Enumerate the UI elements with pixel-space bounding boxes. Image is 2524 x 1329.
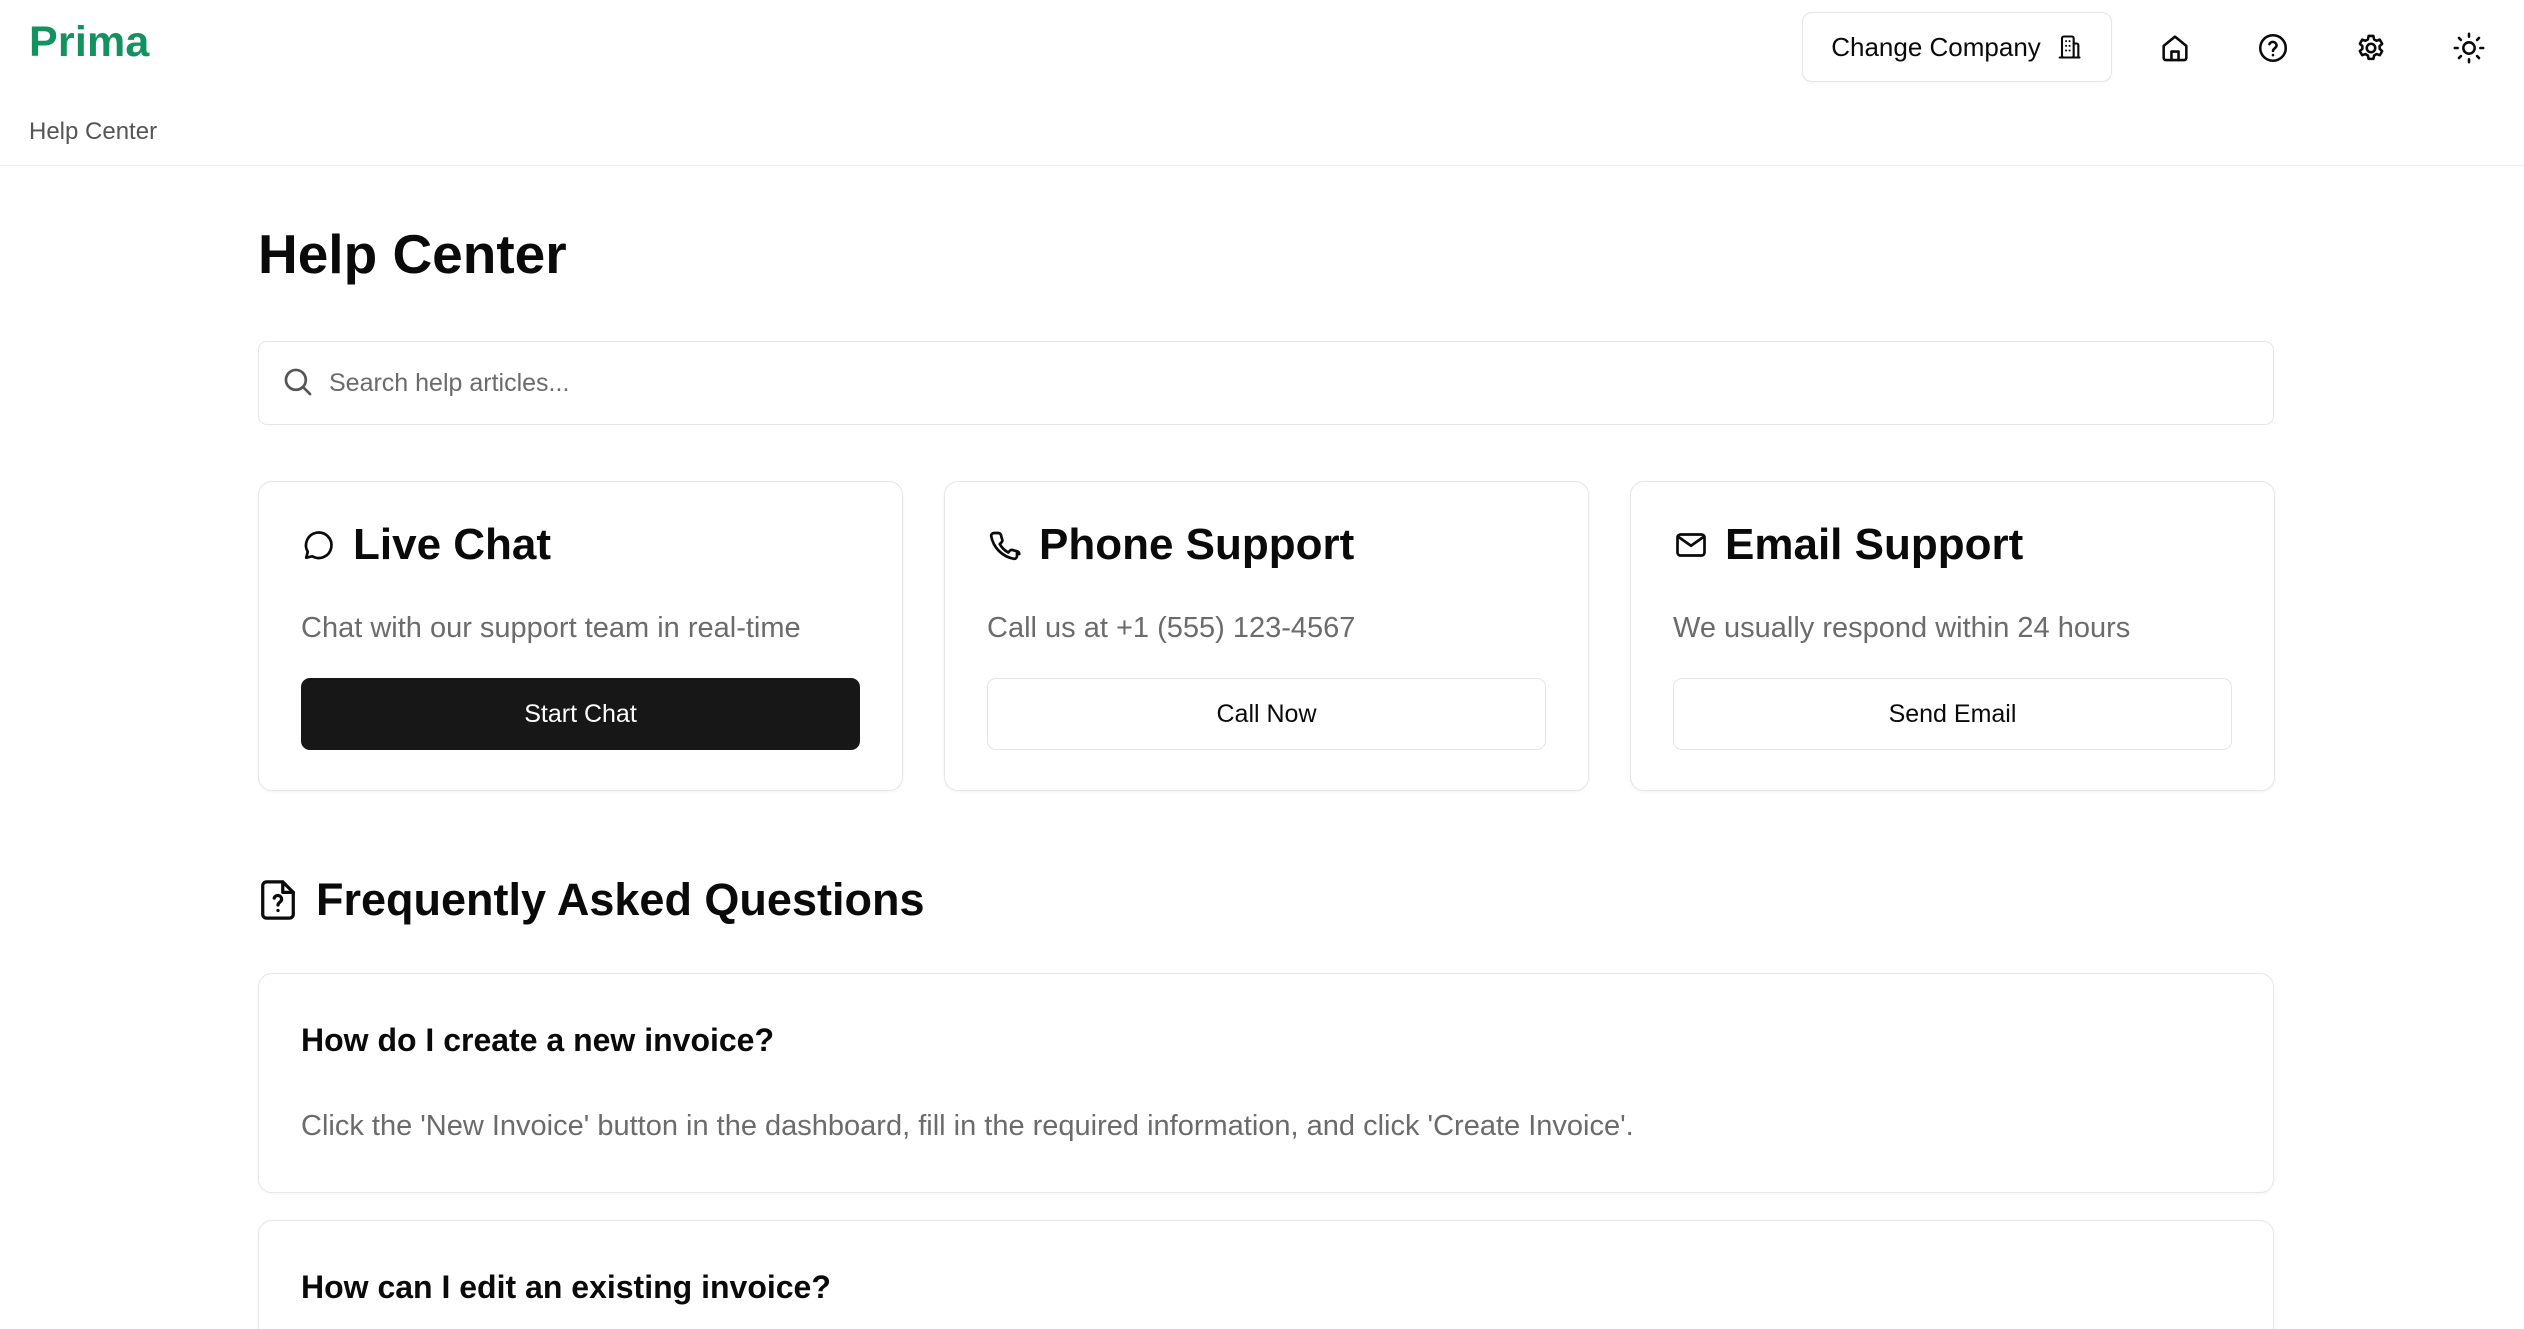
gear-icon	[2358, 34, 2384, 61]
sun-icon	[2453, 32, 2485, 64]
card-description: Chat with our support team in real-time	[301, 612, 801, 644]
email-support-card: Email Support We usually respond within …	[1630, 481, 2275, 791]
brand-logo[interactable]: Prima	[29, 18, 150, 67]
faq-heading: Frequently Asked Questions	[258, 874, 924, 926]
theme-toggle-button[interactable]	[2441, 20, 2497, 76]
card-title: Email Support	[1725, 520, 2024, 569]
breadcrumb[interactable]: Help Center	[29, 118, 157, 146]
faq-question: How do I create a new invoice?	[301, 1022, 775, 1058]
phone-icon	[989, 531, 1021, 561]
call-now-button[interactable]: Call Now	[987, 678, 1546, 750]
phone-support-card: Phone Support Call us at +1 (555) 123-45…	[944, 481, 1589, 791]
search-box[interactable]	[258, 341, 2274, 425]
live-chat-card: Live Chat Chat with our support team in …	[258, 481, 903, 791]
breadcrumb-bar: Help Center	[0, 92, 2524, 166]
card-description: Call us at +1 (555) 123-4567	[987, 612, 1356, 644]
message-circle-icon	[304, 531, 333, 560]
help-circle-icon	[2258, 33, 2288, 63]
home-button[interactable]	[2147, 20, 2203, 76]
card-title: Phone Support	[1039, 520, 1355, 569]
faq-title: Frequently Asked Questions	[316, 874, 925, 925]
faq-question: How can I edit an existing invoice?	[301, 1269, 831, 1305]
settings-button[interactable]	[2343, 20, 2399, 76]
faq-item[interactable]: How do I create a new invoice? Click the…	[258, 973, 2274, 1193]
page-title: Help Center	[258, 223, 567, 285]
faq-answer: Click the 'New Invoice' button in the da…	[301, 1110, 1634, 1142]
search-input[interactable]	[329, 342, 2229, 424]
change-company-label: Change Company	[1831, 31, 2041, 62]
send-email-button[interactable]: Send Email	[1673, 678, 2232, 750]
help-button[interactable]	[2245, 20, 2301, 76]
building-icon	[2058, 35, 2081, 59]
file-question-icon	[261, 880, 295, 920]
faq-item[interactable]: How can I edit an existing invoice?	[258, 1220, 2274, 1329]
search-icon	[284, 368, 312, 396]
card-title: Live Chat	[353, 520, 552, 569]
card-description: We usually respond within 24 hours	[1673, 612, 2131, 644]
top-bar: Prima Change Company	[0, 0, 2524, 92]
mail-icon	[1676, 533, 1706, 557]
start-chat-button[interactable]: Start Chat	[301, 678, 860, 750]
home-icon	[2162, 35, 2188, 62]
change-company-button[interactable]: Change Company	[1802, 12, 2112, 82]
